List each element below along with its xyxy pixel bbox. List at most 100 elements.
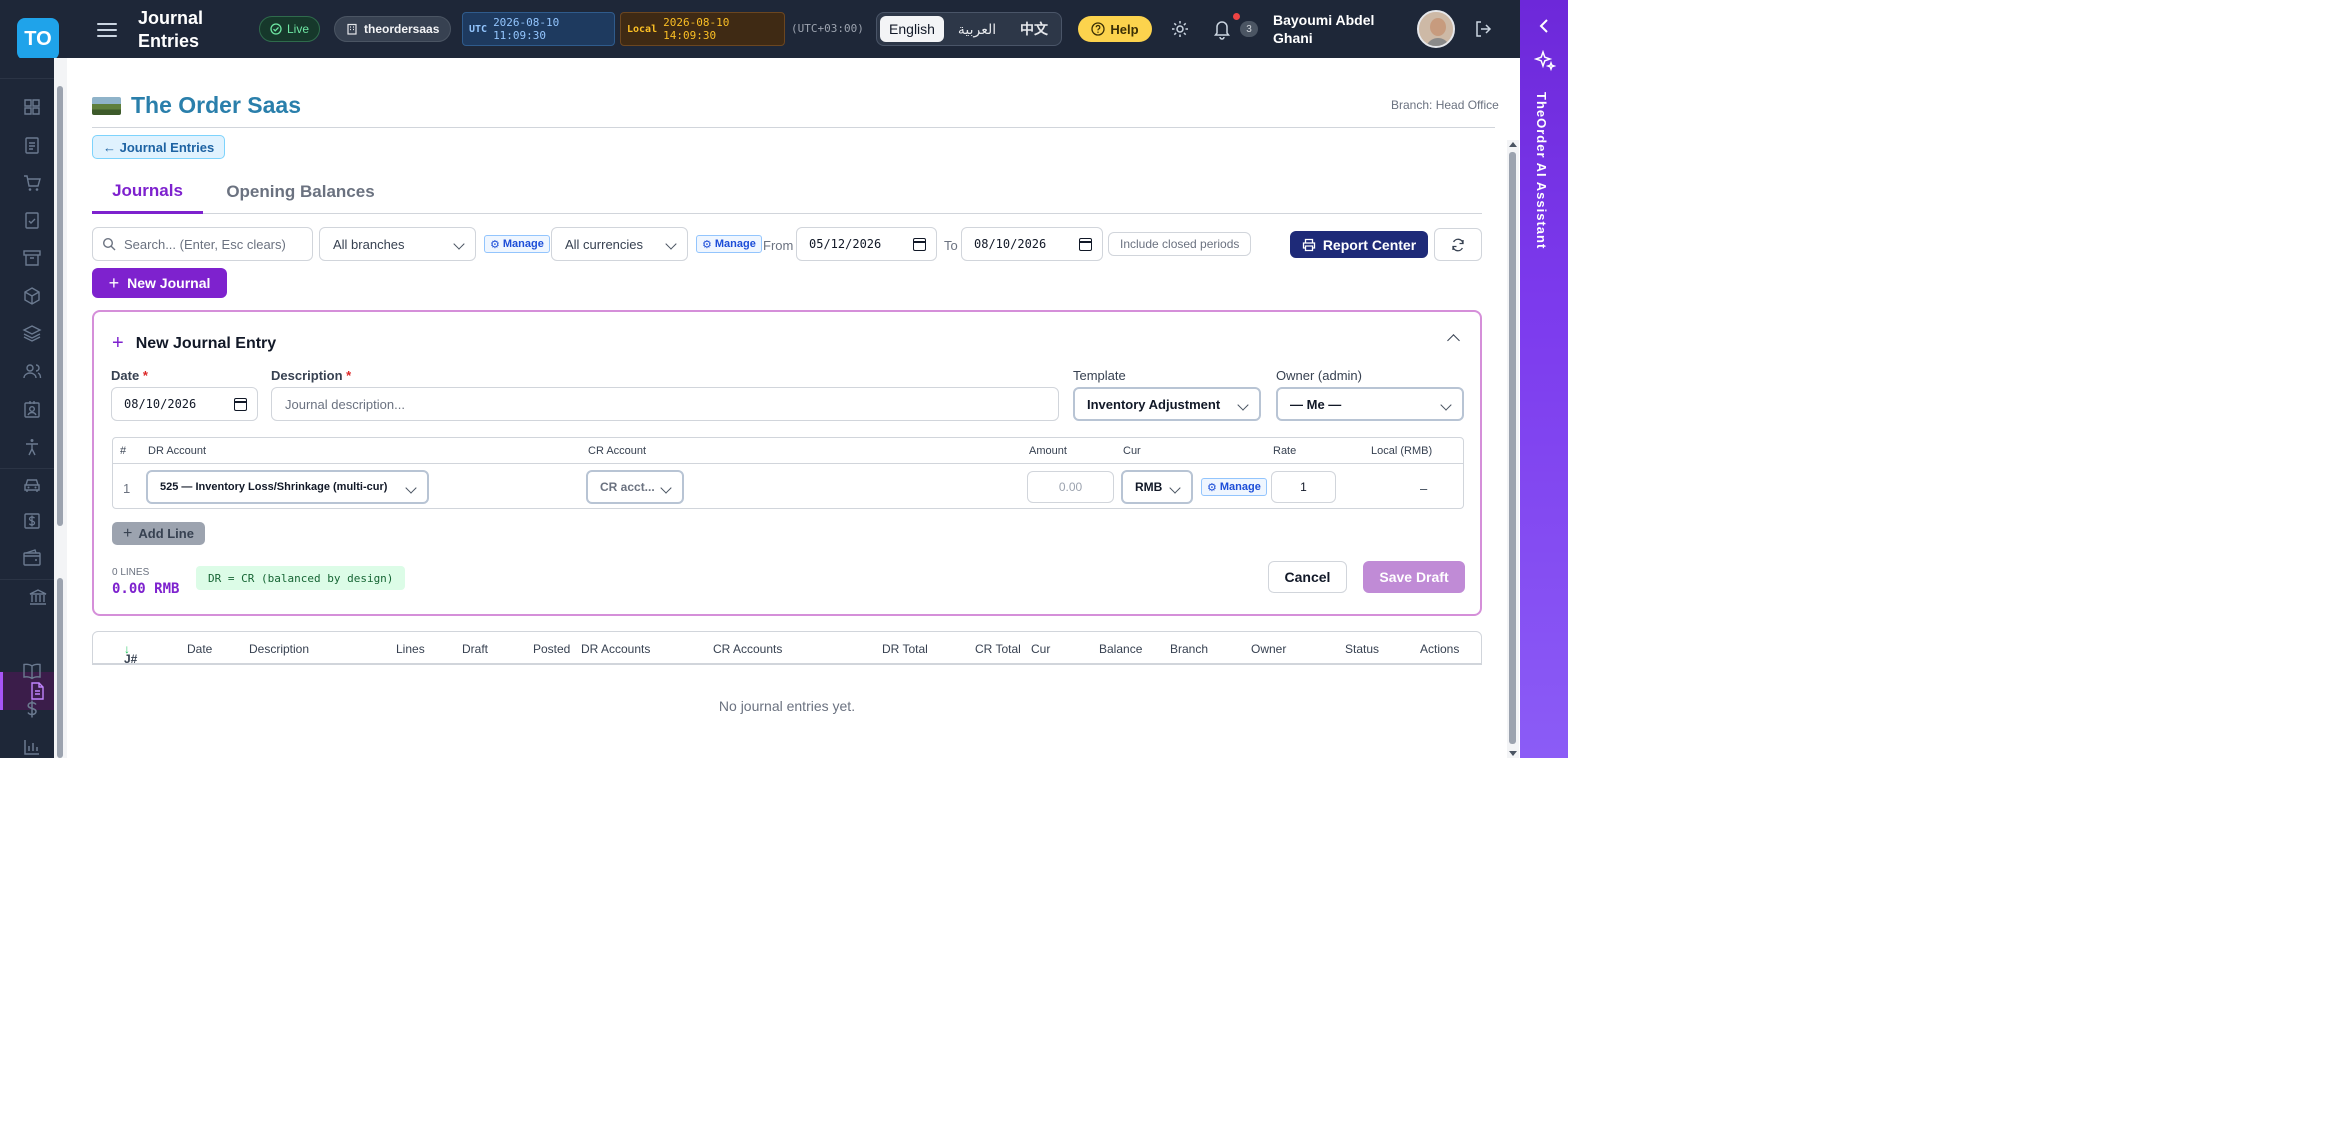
id-badge-icon[interactable] (22, 399, 42, 419)
menu-icon[interactable] (97, 19, 117, 39)
col-header-cr-total[interactable]: CR Total (975, 642, 1021, 656)
empty-state-message: No journal entries yet. (718, 698, 856, 714)
car-icon[interactable] (22, 474, 42, 494)
to-date-input[interactable]: 08/10/2026 (961, 227, 1103, 261)
refresh-button[interactable] (1434, 228, 1482, 261)
lang-chinese[interactable]: 中文 (1010, 16, 1058, 42)
scroll-down-icon[interactable] (1509, 751, 1517, 757)
rate-input[interactable]: 1 (1271, 471, 1336, 503)
sidebar-scrollbar[interactable] (54, 58, 67, 758)
manage-label: Manage (714, 238, 756, 250)
amount-input[interactable]: 0.00 (1027, 471, 1114, 503)
col-header-cr-accounts[interactable]: CR Accounts (713, 642, 782, 656)
dashboard-icon[interactable] (22, 97, 42, 117)
balanced-badge: DR = CR (balanced by design) (196, 566, 406, 590)
save-draft-button[interactable]: Save Draft (1363, 561, 1465, 593)
new-journal-button[interactable]: + New Journal (92, 268, 227, 298)
description-placeholder: Journal description... (285, 396, 405, 412)
package-icon[interactable] (22, 286, 42, 306)
local-clock: Local 2026-08-10 14:09:30 (620, 12, 785, 46)
archive-icon[interactable] (22, 248, 42, 268)
chevron-up-icon[interactable] (1447, 334, 1460, 347)
bank-icon[interactable] (28, 587, 48, 607)
date-label-text: Date (111, 368, 140, 383)
dr-account-select[interactable]: 525 — Inventory Loss/Shrinkage (multi-cu… (146, 470, 429, 504)
utc-time: 11:09:30 (493, 29, 547, 42)
main-scroll-thumb[interactable] (1509, 152, 1516, 744)
user-name[interactable]: Bayoumi Abdel Ghani (1273, 11, 1393, 47)
main-scrollbar[interactable] (1507, 140, 1519, 758)
clipboard-check-icon[interactable] (22, 210, 42, 230)
cart-icon[interactable] (22, 173, 42, 193)
col-header-lines[interactable]: Lines (396, 642, 425, 656)
user-name-line2: Ghani (1273, 30, 1313, 46)
col-header-description[interactable]: Description (249, 642, 309, 656)
layers-icon[interactable] (22, 323, 42, 343)
col-header-draft[interactable]: Draft (462, 642, 488, 656)
col-header-dr-accounts[interactable]: DR Accounts (581, 642, 650, 656)
template-select[interactable]: Inventory Adjustment (1073, 387, 1261, 421)
building-icon (347, 23, 357, 35)
tab-journals[interactable]: Journals (92, 170, 203, 214)
accessibility-icon[interactable] (22, 437, 42, 457)
col-header-date[interactable]: Date (187, 642, 212, 656)
users-icon[interactable] (22, 361, 42, 381)
description-input[interactable]: Journal description... (271, 387, 1059, 421)
logout-icon[interactable] (1473, 19, 1493, 39)
lang-english[interactable]: English (880, 16, 944, 42)
lines-count: 0 LINES (112, 567, 150, 578)
wallet-icon[interactable] (22, 548, 42, 568)
report-center-label: Report Center (1322, 236, 1417, 253)
col-header-posted[interactable]: Posted (533, 642, 570, 656)
currency-select[interactable]: All currencies (551, 227, 688, 261)
back-to-journals-button[interactable]: ← Journal Entries (92, 135, 226, 159)
manage-branches-button[interactable]: ⚙ Manage (484, 235, 550, 253)
report-center-button[interactable]: Report Center (1290, 231, 1428, 258)
check-circle-icon (270, 23, 282, 35)
ai-assistant-panel[interactable]: TheOrder AI Assistant (1520, 0, 1568, 758)
lang-arabic[interactable]: العربية (947, 16, 1007, 42)
col-header-owner[interactable]: Owner (1251, 642, 1286, 656)
book-icon[interactable] (22, 661, 42, 681)
sidebar-scroll-thumb[interactable] (57, 86, 63, 526)
col-header-cur[interactable]: Cur (1031, 642, 1050, 656)
gear-icon[interactable] (1170, 19, 1190, 39)
chevron-left-icon[interactable] (1539, 19, 1549, 33)
col-header-jnum[interactable]: J# ↓ (124, 642, 137, 666)
manage-line-currency-button[interactable]: ⚙ Manage (1201, 478, 1267, 496)
tenant-badge[interactable]: theordersaas (334, 16, 452, 42)
calendar-icon[interactable] (913, 238, 926, 251)
col-header-branch[interactable]: Branch (1170, 642, 1208, 656)
dollar-square-icon[interactable] (22, 511, 42, 531)
calendar-icon[interactable] (1079, 238, 1092, 251)
cancel-button[interactable]: Cancel (1268, 561, 1347, 593)
add-line-button[interactable]: + Add Line (112, 522, 205, 545)
dollar-icon[interactable] (22, 699, 42, 719)
scroll-up-icon[interactable] (1509, 141, 1517, 147)
sidebar-divider (0, 468, 54, 469)
owner-select[interactable]: — Me — (1276, 387, 1464, 421)
search-input[interactable]: Search... (Enter, Esc clears) (92, 227, 313, 261)
bell-icon[interactable] (1212, 18, 1232, 40)
currency-line-select[interactable]: RMB (1121, 470, 1193, 504)
bar-chart-icon[interactable] (22, 737, 42, 757)
col-header-balance[interactable]: Balance (1099, 642, 1142, 656)
live-badge: Live (259, 16, 321, 42)
ai-assistant-label: TheOrder AI Assistant (1534, 92, 1549, 250)
app-logo[interactable]: TO (17, 18, 59, 60)
col-header-status[interactable]: Status (1345, 642, 1379, 656)
clipboard-icon[interactable] (22, 135, 42, 155)
calendar-icon[interactable] (234, 398, 247, 411)
from-date-input[interactable]: 05/12/2026 (796, 227, 937, 261)
help-button[interactable]: Help (1078, 16, 1152, 42)
branch-select[interactable]: All branches (319, 227, 476, 261)
cr-account-select[interactable]: CR acct... (586, 470, 684, 504)
sidebar-scroll-thumb[interactable] (57, 578, 63, 758)
col-header-dr-total[interactable]: DR Total (882, 642, 928, 656)
entry-date-input[interactable]: 08/10/2026 (111, 387, 258, 421)
journals-table-header: J# ↓ Date Description Lines Draft Posted… (92, 631, 1482, 666)
include-closed-periods-toggle[interactable]: Include closed periods (1108, 232, 1252, 256)
tab-opening-balances[interactable]: Opening Balances (218, 170, 383, 214)
avatar[interactable] (1417, 10, 1455, 48)
manage-currencies-button[interactable]: ⚙ Manage (696, 235, 762, 253)
